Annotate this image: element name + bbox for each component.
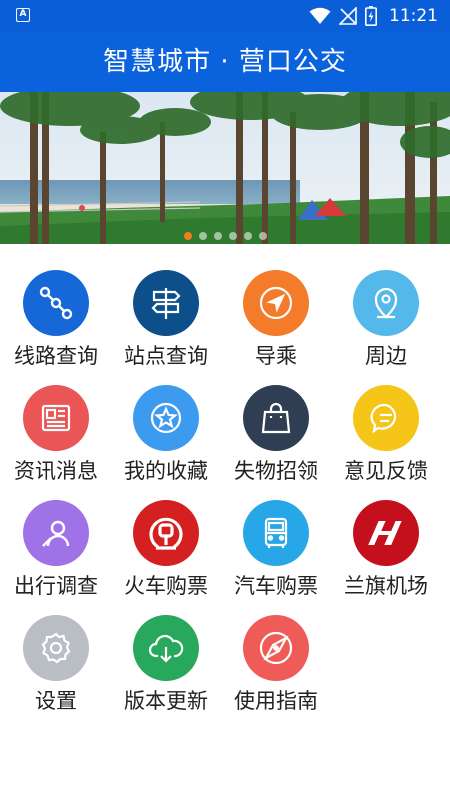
menu-item[interactable]: 资讯消息 (0, 373, 112, 485)
menu-item[interactable]: 失物招领 (220, 373, 332, 485)
menu-item[interactable]: 意见反馈 (330, 373, 442, 485)
survey-person-icon (23, 500, 89, 566)
menu-item-label: 出行调查 (14, 574, 98, 598)
battery-charging-icon (365, 6, 377, 26)
menu-item-label: 导乘 (255, 344, 297, 368)
menu-item-label: 周边 (365, 344, 407, 368)
app-badge-icon: A (16, 8, 30, 22)
menu-item-label: 使用指南 (234, 689, 318, 713)
page-title: 智慧城市 · 营口公交 (103, 47, 347, 77)
menu-item-label: 线路查询 (14, 344, 98, 368)
carousel-dot[interactable] (243, 232, 252, 240)
system-icons: 11:21 (309, 4, 438, 28)
menu-item[interactable]: 兰旗机场 (330, 488, 442, 600)
app-header: 智慧城市 · 营口公交 (0, 32, 450, 92)
menu-item-label: 汽车购票 (234, 574, 318, 598)
menu-item[interactable]: 版本更新 (110, 603, 222, 715)
carousel-indicators[interactable] (0, 232, 450, 240)
menu-item[interactable]: 周边 (330, 258, 442, 370)
menu-item-label: 意见反馈 (344, 459, 428, 483)
menu-item-label: 兰旗机场 (344, 574, 428, 598)
menu-item[interactable]: 我的收藏 (110, 373, 222, 485)
menu-item-label: 设置 (35, 689, 77, 713)
banner-image (0, 92, 450, 244)
menu-item[interactable]: 线路查询 (0, 258, 112, 370)
menu-item-label: 失物招领 (234, 459, 318, 483)
gear-icon (23, 615, 89, 681)
menu-item[interactable]: 导乘 (220, 258, 332, 370)
menu-item[interactable]: 出行调查 (0, 488, 112, 600)
route-icon (23, 270, 89, 336)
carousel-dot[interactable] (258, 232, 267, 240)
shopping-bag-icon (243, 385, 309, 451)
menu-item[interactable]: 汽车购票 (220, 488, 332, 600)
navigation-arrow-icon (243, 270, 309, 336)
no-signal-icon (339, 7, 357, 25)
menu-item-label: 火车购票 (124, 574, 208, 598)
clock: 11:21 (389, 6, 438, 26)
newspaper-icon (23, 385, 89, 451)
carousel-dot[interactable] (213, 232, 222, 240)
chat-bubble-icon (353, 385, 419, 451)
cloud-download-icon (133, 615, 199, 681)
airport-logo-icon (353, 500, 419, 566)
bus-icon (243, 500, 309, 566)
wifi-icon (309, 7, 331, 24)
location-pin-icon (353, 270, 419, 336)
railway-logo-icon (133, 500, 199, 566)
menu-item-label: 版本更新 (124, 689, 208, 713)
menu-item[interactable]: 火车购票 (110, 488, 222, 600)
carousel-dot[interactable] (183, 232, 192, 240)
menu-item-label: 站点查询 (124, 344, 208, 368)
menu-item-label: 我的收藏 (124, 459, 208, 483)
compass-icon (243, 615, 309, 681)
menu-item[interactable]: 站点查询 (110, 258, 222, 370)
menu-item[interactable]: 使用指南 (220, 603, 332, 715)
menu-item-label: 资讯消息 (14, 459, 98, 483)
banner-carousel[interactable] (0, 92, 450, 244)
carousel-dot[interactable] (198, 232, 207, 240)
carousel-dot[interactable] (228, 232, 237, 240)
menu-item[interactable]: 设置 (0, 603, 112, 715)
star-icon (133, 385, 199, 451)
status-bar: A 11:21 (0, 0, 450, 32)
signpost-icon (133, 270, 199, 336)
